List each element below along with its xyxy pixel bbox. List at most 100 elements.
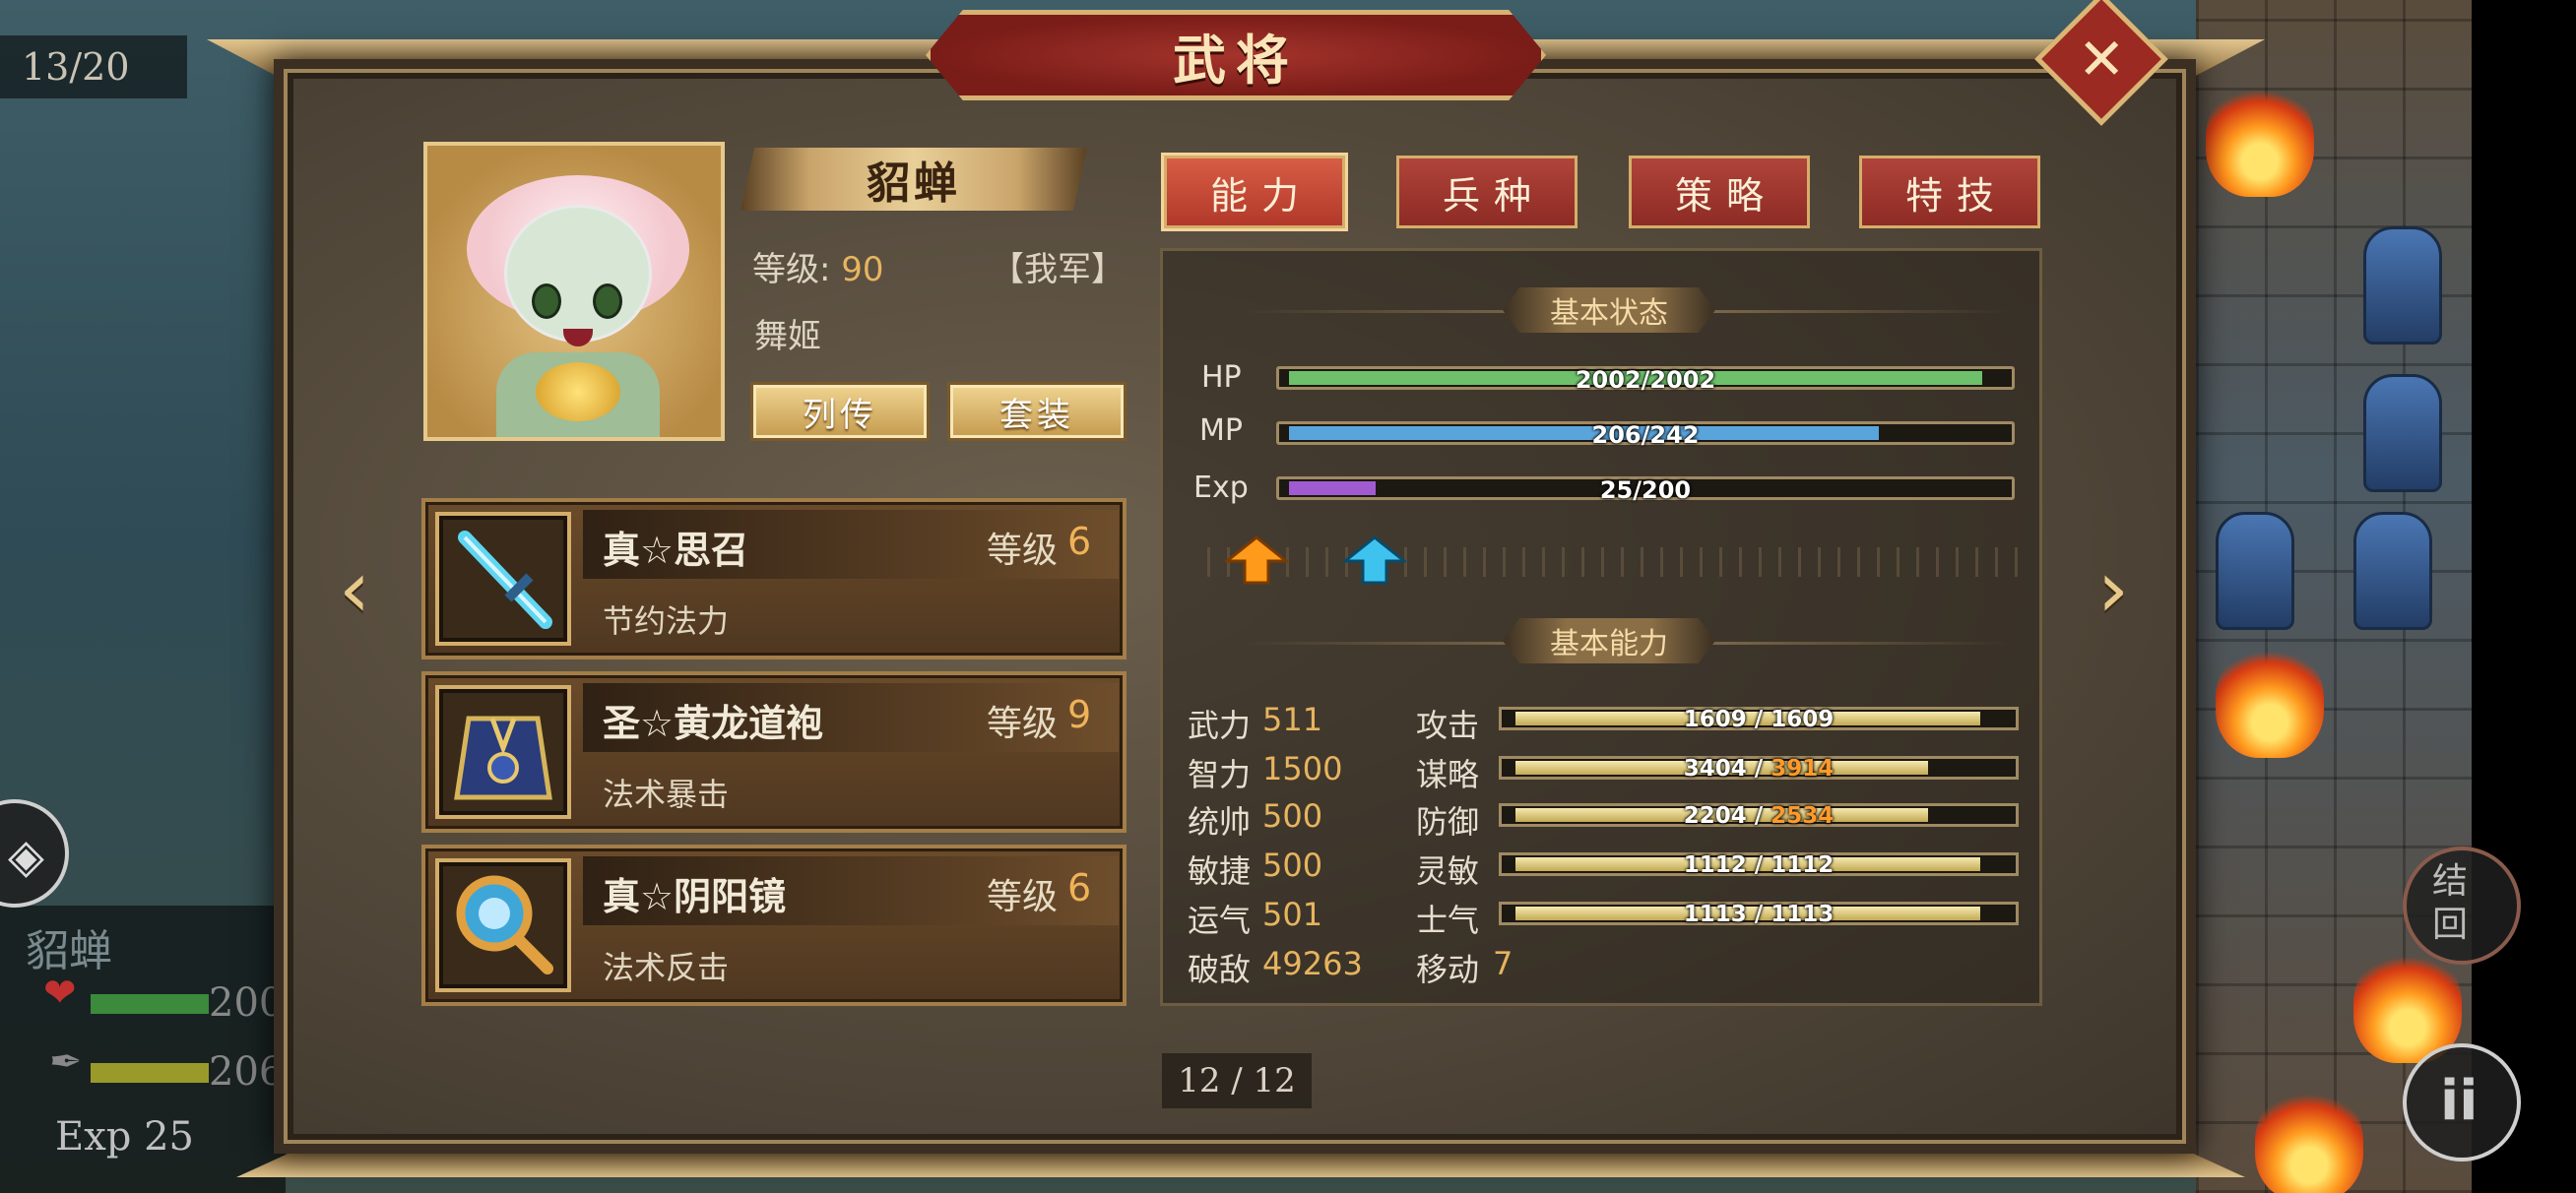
equipment-level-label: 等级: [987, 704, 1059, 744]
prev-general-button[interactable]: ‹: [325, 543, 384, 635]
stat-value: 500: [1262, 847, 1323, 884]
hero-level: 等级: 90: [752, 242, 884, 290]
map-unit[interactable]: [2363, 226, 2442, 345]
tab-strategy[interactable]: 策略: [1629, 156, 1810, 228]
combat-total: 1112: [1771, 852, 1835, 878]
move-value: 7: [1493, 945, 1513, 982]
combat-sep: /: [1746, 902, 1771, 927]
mirror-icon: [456, 875, 553, 974]
fire-effect: [2255, 1083, 2363, 1193]
defense-value: 2204 / 2534: [1502, 803, 2016, 829]
combat-stat-name: 防御: [1416, 803, 1480, 841]
stat-name: 敏捷: [1188, 852, 1252, 890]
equipment-icon-frame: [435, 858, 571, 992]
tab-troop-type[interactable]: 兵种: [1396, 156, 1578, 228]
combat-base: 3404: [1683, 756, 1747, 782]
equipment-icon-frame: [435, 685, 571, 819]
strategy-bar: 3404 / 3914: [1499, 756, 2019, 782]
agility-value: 1112 / 1112: [1502, 852, 2016, 878]
mp-label: MP: [1199, 413, 1243, 448]
stat-value: 1500: [1262, 750, 1343, 787]
turn-counter: 13/20: [0, 35, 187, 98]
blue-up-arrow-icon: [1343, 535, 1406, 585]
equipment-level: 6: [1067, 520, 1092, 563]
attack-bar: 1609 / 1609: [1499, 707, 2019, 732]
morale-value: 1113 / 1113: [1502, 902, 2016, 927]
chevron-right-icon: ›: [2097, 542, 2129, 635]
stat-value: 501: [1262, 896, 1323, 933]
unit-mp-bar: [91, 1063, 209, 1083]
close-icon: ✕: [2077, 25, 2126, 93]
combat-sep: /: [1746, 707, 1771, 732]
fire-effect: [2206, 79, 2314, 197]
combat-total: 1113: [1771, 902, 1835, 927]
info-button[interactable]: ii: [2403, 1043, 2521, 1162]
combat-total: 3914: [1771, 756, 1835, 782]
equipment-effect: 法术反击: [603, 949, 730, 986]
equipment-effect: 节约法力: [603, 602, 730, 640]
combat-base: 2204: [1683, 803, 1747, 829]
biography-button[interactable]: 列传: [750, 382, 930, 441]
agility-bar: 1112 / 1112: [1499, 852, 2019, 878]
morale-bar: 1113 / 1113: [1499, 902, 2019, 927]
map-unit[interactable]: [2353, 512, 2432, 630]
next-general-button[interactable]: ›: [2084, 543, 2143, 635]
equipment-level: 9: [1067, 693, 1092, 736]
stat-name: 破敌: [1188, 951, 1252, 988]
combat-base: 1112: [1683, 852, 1747, 878]
combat-base: 1113: [1683, 902, 1747, 927]
dialog-title: 武将: [1173, 29, 1299, 92]
equipment-slot-accessory[interactable]: 真☆阴阳镜 等级 6 法术反击: [421, 845, 1127, 1006]
hp-bar: 2002/2002: [1276, 366, 2015, 394]
stat-name: 武力: [1188, 707, 1252, 744]
equipment-effect: 法术暴击: [603, 776, 730, 813]
stat-value: 49263: [1262, 945, 1363, 982]
equipment-level-label: 等级: [987, 531, 1059, 571]
combat-sep: /: [1746, 756, 1771, 782]
portrait-eye: [593, 283, 622, 319]
mp-bar: 206/242: [1276, 421, 2015, 449]
equipment-name: 真☆思召: [603, 529, 749, 572]
tab-ability[interactable]: 能力: [1164, 156, 1345, 228]
combat-base: 1609: [1683, 707, 1747, 732]
portrait-eye: [532, 283, 561, 319]
unit-mp-value: 206: [209, 1049, 285, 1095]
exp-value: 25/200: [1599, 476, 1692, 504]
equipment-set-button[interactable]: 套装: [947, 382, 1127, 441]
exp-label: Exp: [1193, 471, 1249, 505]
hp-value: 2002/2002: [1575, 366, 1716, 394]
exp-bar: 25/200: [1276, 476, 2015, 504]
combat-stat-name: 攻击: [1416, 707, 1480, 744]
tab-special-skill[interactable]: 特技: [1859, 156, 2040, 228]
stat-name: 运气: [1188, 902, 1252, 939]
hero-faction: 【我军】: [991, 250, 1125, 289]
map-unit[interactable]: [2363, 374, 2442, 492]
equipment-slot-weapon[interactable]: 真☆思召 等级 6 节约法力: [421, 498, 1127, 659]
map-unit[interactable]: [2216, 512, 2294, 630]
stat-name: 智力: [1188, 756, 1252, 793]
combat-sep: /: [1746, 803, 1771, 829]
unit-hp-value: 200: [209, 980, 285, 1026]
upgrade-track: [1207, 547, 2025, 577]
fire-effect: [2216, 640, 2324, 758]
unit-hp-bar: [91, 994, 209, 1014]
unit-exp-value: 25: [144, 1114, 194, 1160]
feather-icon: ✒: [49, 1039, 83, 1085]
combat-total: 1609: [1771, 707, 1835, 732]
equipment-slot-armor[interactable]: 圣☆黄龙道袍 等级 9 法术暴击: [421, 671, 1127, 833]
equipment-level-label: 等级: [987, 877, 1059, 917]
combat-stat-name: 灵敏: [1416, 852, 1480, 890]
equipment-name: 圣☆黄龙道袍: [603, 702, 824, 745]
info-icon: ii: [2440, 1069, 2479, 1133]
hero-level-value: 90: [841, 250, 884, 289]
hero-portrait: [423, 142, 725, 441]
sword-icon: [458, 531, 552, 629]
end-turn-button[interactable]: 结 回: [2403, 847, 2521, 965]
end-turn-label: 结 回: [2432, 861, 2469, 945]
screen-edge: [2472, 0, 2576, 1193]
unit-name: 貂蝉: [26, 926, 112, 976]
hero-name: 貂蝉: [867, 158, 961, 209]
hero-class: 舞姬: [754, 317, 821, 356]
robe-icon: [454, 716, 552, 800]
combat-stat-name: 谋略: [1416, 756, 1480, 793]
